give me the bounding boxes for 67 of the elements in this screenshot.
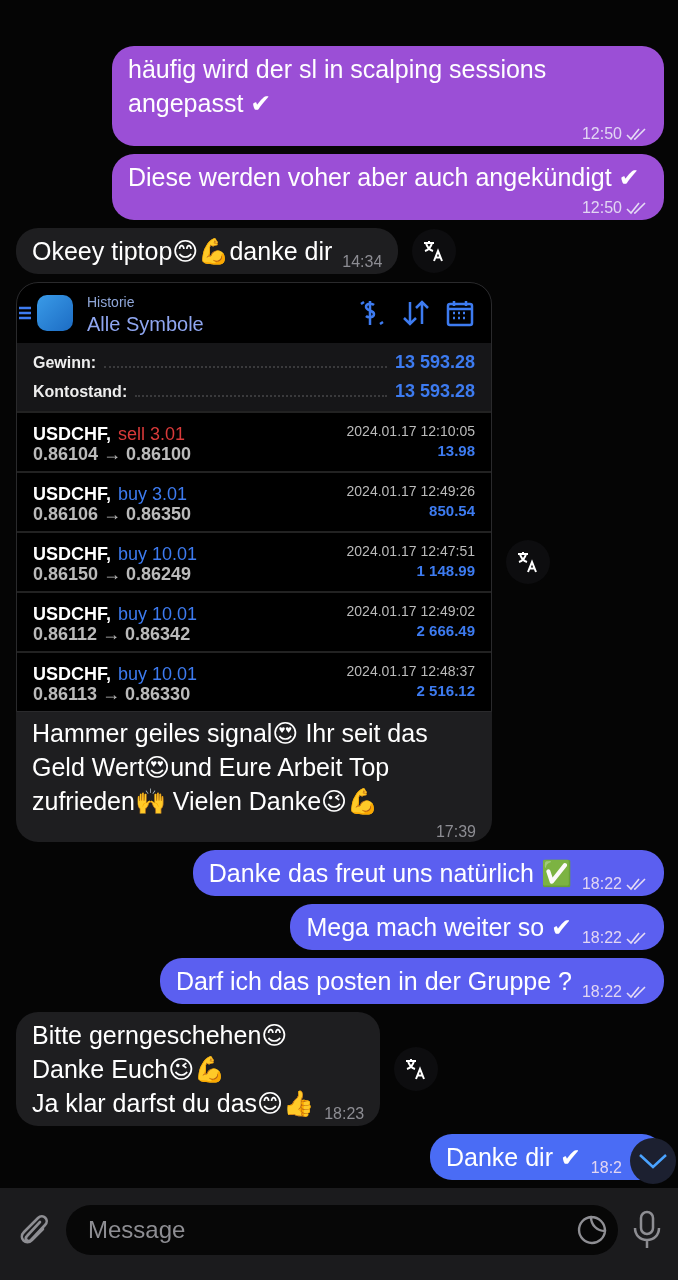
summary-label: Kontostand:	[33, 382, 128, 402]
app-logo-icon	[37, 295, 73, 331]
trade-order: buy 10.01	[117, 664, 198, 684]
message-time: 18:22	[581, 928, 622, 948]
message-input[interactable]: Message	[86, 1215, 576, 1245]
summary-label: Gewinn:	[33, 353, 97, 373]
sort-icon[interactable]	[401, 298, 431, 328]
trade-date: 2024.01.17 12:10:05	[346, 422, 475, 441]
trade-row[interactable]: USDCHF, buy 3.01 0.86106 → 0.86350 2024.01.17 12:49:26 850.54	[17, 471, 491, 531]
translate-button[interactable]	[394, 1047, 439, 1091]
trade-profit: 1 148.99	[416, 561, 475, 581]
translate-button[interactable]	[506, 540, 550, 584]
message-time: 18:22	[581, 982, 622, 1002]
message-text: Danke das freut uns natürlich ✅	[208, 858, 572, 889]
trade-prices: 0.86112 → 0.86342	[33, 624, 192, 644]
message-text: Danke dir ✔	[445, 1142, 581, 1173]
trade-row[interactable]: USDCHF, sell 3.01 0.86104 → 0.86100 2024.01.17 12:10:05 13.98	[17, 411, 491, 471]
trade-order: sell 3.01	[117, 424, 185, 444]
message-text: Mega mach weiter so ✔	[306, 912, 572, 943]
trade-profit: 13.98	[437, 441, 475, 461]
trade-symbol: USDCHF,	[33, 664, 111, 684]
message-text: Diese werden voher aber auch angekündigt ✔	[128, 162, 640, 193]
calendar-icon[interactable]	[445, 298, 475, 328]
message-time: 14:34	[342, 252, 383, 272]
message-text: häufig wird der sl in scalping sessions angepasst ✔	[128, 54, 548, 119]
trade-row[interactable]: USDCHF, buy 10.01 0.86112 → 0.86342 2024.01.17 12:49:02 2 666.49	[17, 591, 491, 651]
history-title: Alle Symbole	[87, 313, 205, 335]
trade-date: 2024.01.17 12:49:02	[346, 602, 475, 621]
message-time: 18:23	[324, 1104, 365, 1124]
trade-prices: 0.86104 → 0.86100	[33, 444, 192, 464]
history-subtitle: Historie	[87, 293, 136, 312]
microphone-icon[interactable]	[632, 1210, 662, 1250]
trade-symbol: USDCHF,	[33, 604, 111, 624]
summary-value: 13 593.28	[394, 380, 475, 402]
trade-date: 2024.01.17 12:49:26	[346, 482, 475, 501]
menu-icon[interactable]	[19, 304, 31, 322]
scroll-down-button[interactable]	[630, 1138, 676, 1184]
message-text: Bitte gerngeschehen😊 Danke Euch😉💪 Ja klar darfst du das😊👍	[32, 1020, 315, 1119]
message-time: 12:50	[581, 124, 622, 144]
trade-order: buy 10.01	[117, 544, 198, 564]
trade-profit: 2 516.12	[416, 681, 475, 701]
message-time: 18:22	[581, 874, 622, 894]
message-time: 12:50	[581, 198, 622, 218]
message-text: Hammer geiles signal😍 Ihr seit das Geld Wert😍und Eure Arbeit Top zufrieden🙌 Vielen Danke😉💪	[32, 718, 429, 817]
summary-value: 13 593.28	[394, 351, 475, 373]
message-field[interactable]: Message	[66, 1205, 618, 1255]
trade-date: 2024.01.17 12:47:51	[346, 542, 475, 561]
sticker-icon[interactable]	[576, 1214, 608, 1246]
trade-row[interactable]: USDCHF, buy 10.01 0.86113 → 0.86330 2024.01.17 12:48:37 2 516.12	[17, 651, 491, 711]
trade-prices: 0.86150 → 0.86249	[33, 564, 193, 584]
message-time: 17:39	[435, 822, 476, 842]
trade-order: buy 3.01	[117, 484, 188, 504]
message-time: 18:2	[590, 1158, 622, 1178]
trade-profit: 850.54	[429, 501, 475, 521]
trade-date: 2024.01.17 12:48:37	[346, 662, 475, 681]
trade-prices: 0.86106 → 0.86350	[33, 504, 192, 524]
message-text: Okeey tiptop😊💪danke dir	[32, 236, 333, 267]
trade-order: buy 10.01	[117, 604, 198, 624]
trade-symbol: USDCHF,	[33, 484, 111, 504]
translate-button[interactable]	[412, 229, 457, 273]
trade-symbol: USDCHF,	[33, 544, 111, 564]
trade-prices: 0.86113 → 0.86330	[33, 684, 192, 704]
trade-row[interactable]: USDCHF, buy 10.01 0.86150 → 0.86249 2024.01.17 12:47:51 1 148.99	[17, 531, 491, 591]
message-text: Darf ich das posten in der Gruppe ?	[175, 966, 572, 997]
trade-profit: 2 666.49	[416, 621, 475, 641]
chevron-down-icon	[638, 1152, 668, 1170]
trade-symbol: USDCHF,	[33, 424, 111, 444]
